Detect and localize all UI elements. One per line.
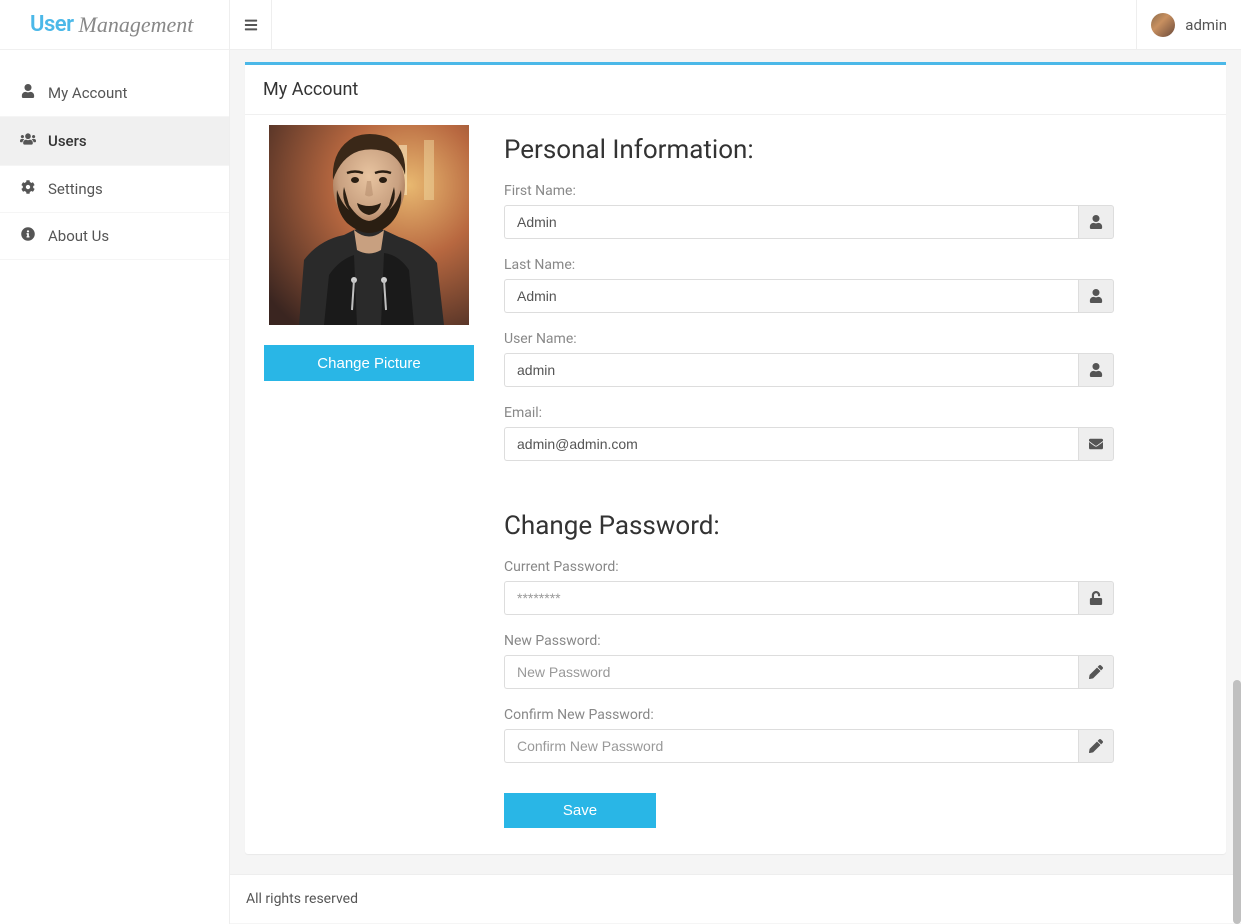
new-password-label: New Password: (504, 633, 1114, 649)
first-name-label: First Name: (504, 183, 1114, 199)
current-password-label: Current Password: (504, 559, 1114, 575)
first-name-input[interactable] (504, 205, 1078, 239)
user-icon (1078, 279, 1114, 313)
gear-icon (18, 180, 38, 198)
user-icon (18, 84, 38, 102)
sidebar-item-users[interactable]: Users (0, 117, 229, 166)
scrollbar[interactable] (1233, 680, 1241, 924)
sidebar-item-my-account[interactable]: My Account (0, 70, 229, 117)
logo[interactable]: User Management (0, 0, 229, 50)
sidebar: User Management My Account Users Setting… (0, 0, 230, 924)
envelope-icon (1078, 427, 1114, 461)
profile-picture (269, 125, 469, 325)
footer-text: All rights reserved (246, 891, 358, 907)
form-group-current-password: Current Password: (504, 559, 1114, 615)
avatar-small (1151, 13, 1175, 37)
sidebar-item-label: My Account (48, 84, 127, 102)
email-label: Email: (504, 405, 1114, 421)
user-name-label: User Name: (504, 331, 1114, 347)
profile-picture-column: Change Picture (269, 125, 469, 828)
sidebar-item-about-us[interactable]: About Us (0, 213, 229, 260)
save-button[interactable]: Save (504, 793, 656, 828)
user-menu[interactable]: admin (1136, 0, 1241, 50)
sidebar-item-label: About Us (48, 227, 109, 245)
users-icon (18, 131, 38, 151)
unlock-icon (1078, 581, 1114, 615)
user-icon (1078, 353, 1114, 387)
account-panel: My Account (245, 62, 1226, 854)
new-password-input[interactable] (504, 655, 1078, 689)
user-name-input[interactable] (504, 353, 1078, 387)
last-name-label: Last Name: (504, 257, 1114, 273)
page-title: My Account (245, 65, 1226, 115)
form-group-last-name: Last Name: (504, 257, 1114, 313)
form-group-first-name: First Name: (504, 183, 1114, 239)
email-input[interactable] (504, 427, 1078, 461)
nav-menu: My Account Users Settings About Us (0, 50, 229, 260)
info-icon (18, 227, 38, 245)
topbar-username: admin (1185, 16, 1227, 34)
form-group-confirm-password: Confirm New Password: (504, 707, 1114, 763)
current-password-input[interactable] (504, 581, 1078, 615)
last-name-input[interactable] (504, 279, 1078, 313)
logo-user: User (30, 12, 74, 37)
sidebar-item-label: Users (48, 132, 87, 150)
sidebar-item-settings[interactable]: Settings (0, 166, 229, 213)
user-icon (1078, 205, 1114, 239)
menu-toggle-button[interactable] (230, 0, 272, 50)
pencil-icon (1078, 655, 1114, 689)
section-change-password-title: Change Password: (504, 511, 1114, 541)
footer: All rights reserved (230, 874, 1241, 923)
form-group-user-name: User Name: (504, 331, 1114, 387)
pencil-icon (1078, 729, 1114, 763)
confirm-password-label: Confirm New Password: (504, 707, 1114, 723)
form-group-email: Email: (504, 405, 1114, 461)
change-picture-button[interactable]: Change Picture (264, 345, 474, 381)
main-content: My Account (230, 50, 1241, 924)
form-column: Personal Information: First Name: Last N… (504, 125, 1114, 828)
panel-body: Change Picture Personal Information: Fir… (245, 115, 1226, 854)
topbar: admin (230, 0, 1241, 50)
section-personal-info-title: Personal Information: (504, 135, 1114, 165)
confirm-password-input[interactable] (504, 729, 1078, 763)
logo-management: Management (79, 12, 194, 38)
hamburger-icon (244, 18, 258, 32)
form-group-new-password: New Password: (504, 633, 1114, 689)
sidebar-item-label: Settings (48, 180, 103, 198)
